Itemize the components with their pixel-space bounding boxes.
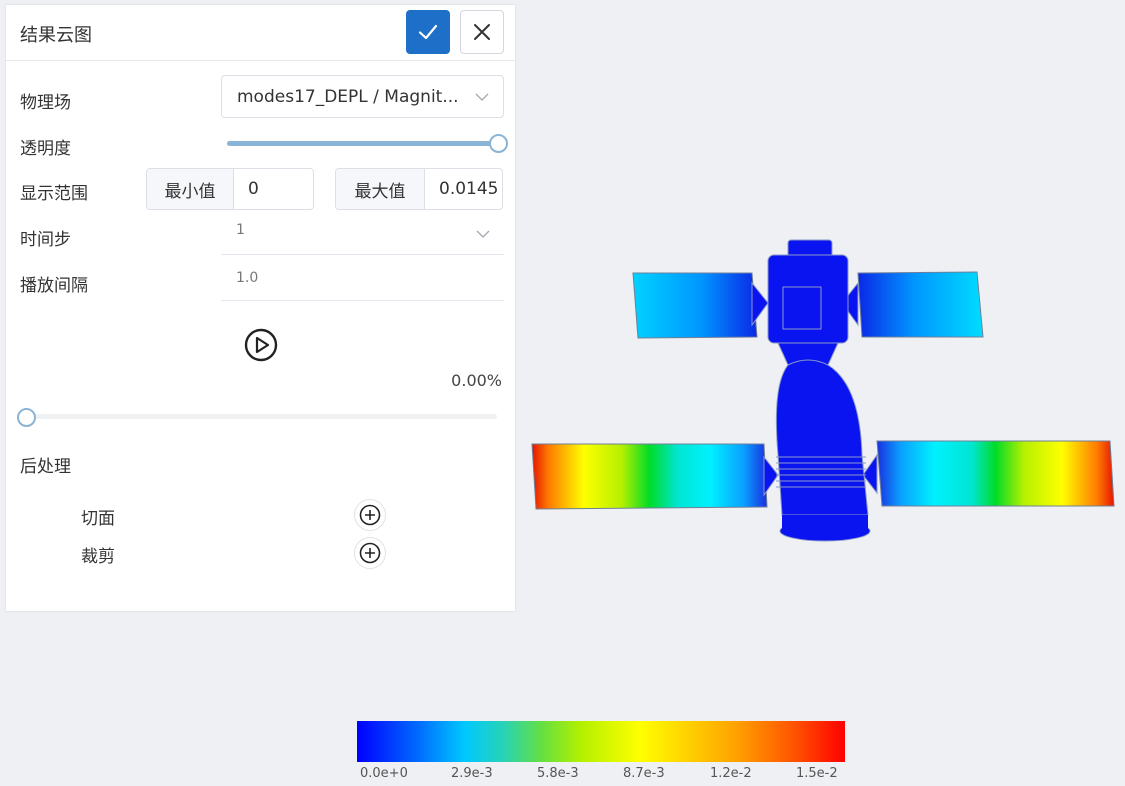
colorbar-tick: 0.0e+0 [360, 766, 408, 781]
panel-title: 结果云图 [20, 25, 92, 46]
colorbar-tick: 1.5e-2 [796, 766, 838, 781]
max-value-group: 最大值 0.0145 [335, 168, 503, 210]
min-value-group: 最小值 0 [146, 168, 314, 210]
panel-header: 结果云图 [6, 5, 515, 61]
play-button[interactable] [244, 328, 278, 362]
satellite-model [531, 239, 1115, 542]
opacity-slider-fill [227, 141, 497, 146]
close-button[interactable] [460, 10, 504, 54]
opacity-slider-thumb[interactable] [489, 134, 508, 153]
max-value-prefix: 最大值 [336, 169, 425, 209]
play-interval-label: 播放间隔 [20, 276, 88, 296]
colorbar-tick: 1.2e-2 [710, 766, 752, 781]
play-circle-icon [244, 328, 278, 362]
colorbar-tick: 5.8e-3 [537, 766, 579, 781]
min-value-prefix: 最小值 [147, 169, 234, 209]
slice-label: 切面 [81, 509, 115, 529]
close-icon [474, 24, 490, 40]
postprocess-title: 后处理 [20, 457, 71, 477]
max-value-input[interactable]: 0.0145 [425, 169, 502, 209]
confirm-button[interactable] [406, 10, 450, 54]
physics-field-select[interactable]: modes17_DEPL / Magnit... [221, 75, 504, 118]
colorbar-tick: 2.9e-3 [451, 766, 493, 781]
result-contour-panel: 结果云图 物理场 modes17_DEPL / Magnit... 透明度 显示… [5, 4, 516, 612]
clip-label: 裁剪 [81, 547, 115, 567]
add-clip-button[interactable] [354, 537, 386, 569]
3d-viewport[interactable] [520, 225, 1120, 555]
playback-slider-thumb[interactable] [17, 408, 36, 427]
opacity-label: 透明度 [20, 139, 71, 159]
plus-circle-icon [359, 504, 381, 526]
play-interval-input[interactable]: 1.0 [221, 255, 504, 301]
physics-field-value: modes17_DEPL / Magnit... [237, 87, 459, 107]
chevron-down-icon [476, 230, 490, 238]
physics-field-label: 物理场 [20, 93, 71, 113]
chevron-down-icon [475, 93, 489, 101]
progress-percent: 0.00% [451, 371, 502, 390]
playback-slider-track[interactable] [24, 414, 497, 419]
plus-circle-icon [359, 542, 381, 564]
display-range-label: 显示范围 [20, 184, 88, 204]
check-icon [418, 24, 438, 40]
play-interval-value: 1.0 [236, 270, 259, 286]
colorbar-tick: 8.7e-3 [623, 766, 665, 781]
timestep-value: 1 [236, 222, 245, 238]
min-value-input[interactable]: 0 [234, 169, 313, 209]
timestep-select[interactable]: 1 [221, 209, 504, 255]
timestep-label: 时间步 [20, 230, 71, 250]
add-slice-button[interactable] [354, 499, 386, 531]
colorbar [357, 721, 845, 762]
